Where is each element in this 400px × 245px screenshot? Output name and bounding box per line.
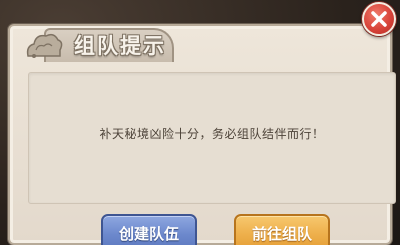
team-prompt-dialog: 组队提示 补天秘境凶险十分，务必组队结伴而行！ 创建队伍 前往组队 — [8, 24, 396, 245]
close-button[interactable] — [362, 2, 396, 36]
go-to-team-button[interactable]: 前往组队 — [234, 214, 330, 245]
cloud-ornament-icon — [24, 26, 64, 66]
close-icon — [371, 11, 387, 27]
game-screen: 组队提示 补天秘境凶险十分，务必组队结伴而行！ 创建队伍 前往组队 — [0, 0, 400, 245]
dialog-title: 组队提示 — [74, 33, 166, 58]
dialog-message: 补天秘境凶险十分，务必组队结伴而行！ — [99, 127, 325, 141]
create-team-button[interactable]: 创建队伍 — [101, 214, 197, 245]
message-panel: 补天秘境凶险十分，务必组队结伴而行！ — [28, 72, 396, 204]
